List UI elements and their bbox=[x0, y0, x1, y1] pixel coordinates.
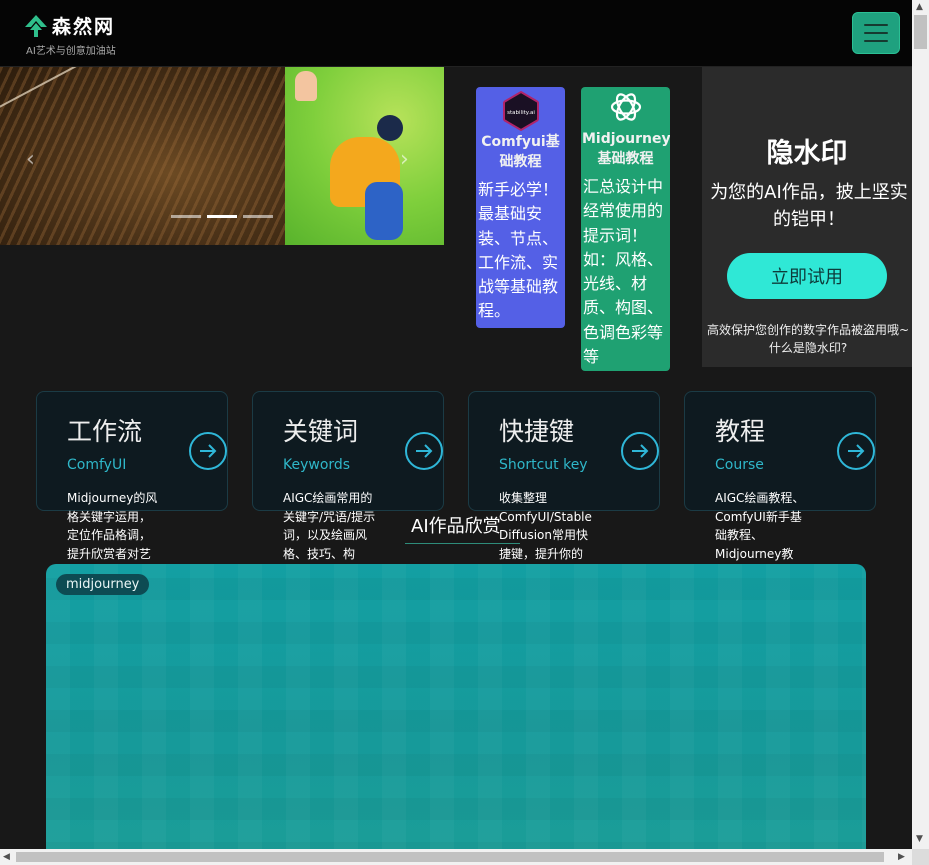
heading-underline bbox=[405, 543, 520, 544]
menu-toggle-button[interactable] bbox=[852, 12, 900, 54]
category-title: 快捷键 bbox=[499, 417, 575, 446]
watermark-note[interactable]: 高效保护您创作的数字作品被盗用哦~什么是隐水印? bbox=[704, 321, 912, 357]
category-card-shortcuts[interactable]: 快捷键 Shortcut key 收集整理ComfyUI/Stable Diff… bbox=[468, 391, 660, 561]
category-subtitle: ComfyUI bbox=[67, 457, 127, 473]
carousel-dot[interactable] bbox=[171, 215, 201, 218]
card-title: Midjourney基础教程 bbox=[582, 131, 670, 167]
scrollbar-corner bbox=[912, 849, 929, 865]
watermark-title: 隐水印 bbox=[766, 138, 848, 169]
gallery-heading: AI作品欣赏 bbox=[411, 516, 501, 537]
hero-carousel[interactable]: ‹ › bbox=[0, 67, 444, 245]
arrow-right-icon[interactable] bbox=[621, 432, 659, 470]
site-logo[interactable]: 森然网 AI艺术与创意加油站 bbox=[24, 12, 116, 57]
chevron-right-icon[interactable]: › bbox=[400, 147, 409, 172]
category-subtitle: Shortcut key bbox=[499, 457, 588, 473]
stability-ai-logo-icon: stability.ai bbox=[502, 91, 539, 131]
category-subtitle: Course bbox=[715, 457, 764, 473]
site-name: 森然网 bbox=[52, 16, 116, 38]
horizontal-scrollbar[interactable]: ◀ ▶ bbox=[0, 849, 912, 865]
try-now-button[interactable]: 立即试用 bbox=[727, 253, 887, 299]
carousel-slide-image[interactable] bbox=[285, 67, 444, 245]
category-description: AIGC绘画教程、ComfyUI新手基础教程、Midjourney教 bbox=[715, 491, 805, 561]
vertical-scrollbar[interactable]: ▲ ▼ bbox=[912, 0, 929, 849]
gallery-tag-badge[interactable]: midjourney bbox=[56, 574, 150, 595]
arrow-right-icon[interactable] bbox=[837, 432, 875, 470]
watermark-panel: 隐水印 为您的AI作品，披上坚实的铠甲！ 立即试用 高效保护您创作的数字作品被盗… bbox=[702, 67, 912, 367]
site-tagline: AI艺术与创意加油站 bbox=[26, 46, 116, 57]
arrow-right-icon[interactable] bbox=[189, 432, 227, 470]
carousel-dot-active[interactable] bbox=[207, 215, 237, 218]
scroll-down-icon[interactable]: ▼ bbox=[916, 834, 923, 844]
site-header: 森然网 AI艺术与创意加油站 bbox=[0, 0, 912, 67]
arrow-right-icon[interactable] bbox=[405, 432, 443, 470]
scroll-right-icon[interactable]: ▶ bbox=[898, 852, 905, 862]
gallery-image-card[interactable]: midjourney bbox=[46, 564, 866, 849]
category-card-workflow[interactable]: 工作流 ComfyUI Midjourney的风格关键字运用，定位作品格调，提升… bbox=[36, 391, 228, 561]
leaf-logo-icon bbox=[25, 14, 47, 37]
category-title: 教程 bbox=[715, 417, 766, 446]
midjourney-tutorial-card[interactable]: Midjourney基础教程 汇总设计中经常使用的提示词！如：风格、光线、材质、… bbox=[581, 87, 670, 371]
page-viewport: 森然网 AI艺术与创意加油站 ‹ › stability.ai Comfyui基… bbox=[0, 0, 912, 849]
hamburger-icon bbox=[864, 24, 888, 26]
carousel-indicators bbox=[171, 215, 273, 218]
category-title: 关键词 bbox=[283, 417, 359, 446]
scroll-left-icon[interactable]: ◀ bbox=[3, 852, 10, 862]
svg-text:stability.ai: stability.ai bbox=[507, 110, 535, 116]
card-title: Comfyui基础教程 bbox=[481, 134, 560, 170]
carousel-dot[interactable] bbox=[243, 215, 273, 218]
category-subtitle: Keywords bbox=[283, 457, 351, 473]
card-description: 新手必学！最基础安装、节点、工作流、实战等基础教程。 bbox=[478, 180, 559, 321]
carousel-slide-image[interactable] bbox=[0, 67, 285, 245]
chevron-left-icon[interactable]: ‹ bbox=[26, 147, 35, 172]
category-card-keywords[interactable]: 关键词 Keywords AIGC绘画常用的关键字/咒语/提示词，以及绘画风格、… bbox=[252, 391, 444, 561]
category-description: 收集整理ComfyUI/Stable Diffusion常用快捷键，提升你的 bbox=[499, 491, 592, 561]
category-card-course[interactable]: 教程 Course AIGC绘画教程、ComfyUI新手基础教程、Midjour… bbox=[684, 391, 876, 561]
category-description: AIGC绘画常用的关键字/咒语/提示词，以及绘画风格、技巧、构 bbox=[283, 491, 376, 561]
card-description: 汇总设计中经常使用的提示词！如：风格、光线、材质、构图、色调色彩等等 bbox=[583, 177, 664, 367]
category-title: 工作流 bbox=[67, 417, 143, 446]
scrollbar-thumb[interactable] bbox=[914, 15, 927, 49]
scroll-up-icon[interactable]: ▲ bbox=[916, 2, 923, 12]
watermark-description: 为您的AI作品，披上坚实的铠甲！ bbox=[710, 182, 908, 230]
comfyui-tutorial-card[interactable]: stability.ai Comfyui基础教程 新手必学！最基础安装、节点、工… bbox=[476, 87, 565, 328]
scrollbar-thumb[interactable] bbox=[16, 852, 884, 862]
openai-logo-icon bbox=[610, 93, 641, 121]
category-description: Midjourney的风格关键字运用，定位作品格调，提升欣赏者对艺 bbox=[67, 491, 158, 561]
